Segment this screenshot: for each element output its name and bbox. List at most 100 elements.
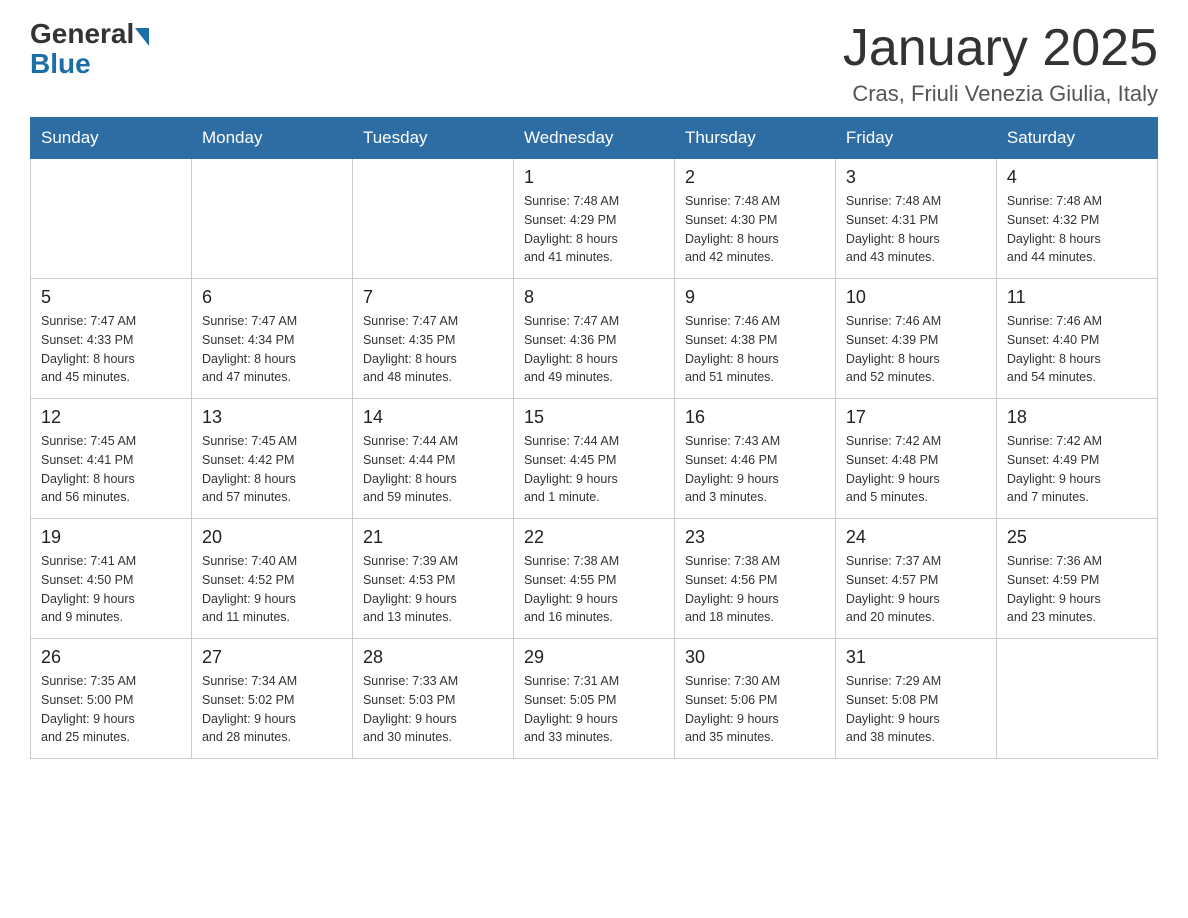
- logo: General Blue: [30, 20, 149, 78]
- day-info: Sunrise: 7:46 AM Sunset: 4:39 PM Dayligh…: [846, 312, 986, 387]
- day-number: 9: [685, 287, 825, 308]
- calendar-cell: 25 Sunrise: 7:36 AM Sunset: 4:59 PM Dayli…: [996, 519, 1157, 639]
- logo-general-text: General: [30, 20, 134, 48]
- day-number: 21: [363, 527, 503, 548]
- day-info: Sunrise: 7:47 AM Sunset: 4:34 PM Dayligh…: [202, 312, 342, 387]
- day-info: Sunrise: 7:39 AM Sunset: 4:53 PM Dayligh…: [363, 552, 503, 627]
- header-friday: Friday: [835, 118, 996, 159]
- day-info: Sunrise: 7:37 AM Sunset: 4:57 PM Dayligh…: [846, 552, 986, 627]
- calendar-cell: 28 Sunrise: 7:33 AM Sunset: 5:03 PM Dayli…: [352, 639, 513, 759]
- calendar-cell: 24 Sunrise: 7:37 AM Sunset: 4:57 PM Dayli…: [835, 519, 996, 639]
- calendar-cell: 2 Sunrise: 7:48 AM Sunset: 4:30 PM Daylig…: [674, 159, 835, 279]
- calendar-table: SundayMondayTuesdayWednesdayThursdayFrid…: [30, 117, 1158, 759]
- day-number: 23: [685, 527, 825, 548]
- calendar-header-row: SundayMondayTuesdayWednesdayThursdayFrid…: [31, 118, 1158, 159]
- day-number: 26: [41, 647, 181, 668]
- day-number: 2: [685, 167, 825, 188]
- day-number: 28: [363, 647, 503, 668]
- day-info: Sunrise: 7:48 AM Sunset: 4:30 PM Dayligh…: [685, 192, 825, 267]
- calendar-cell: 20 Sunrise: 7:40 AM Sunset: 4:52 PM Dayli…: [191, 519, 352, 639]
- day-info: Sunrise: 7:31 AM Sunset: 5:05 PM Dayligh…: [524, 672, 664, 747]
- calendar-cell: 3 Sunrise: 7:48 AM Sunset: 4:31 PM Daylig…: [835, 159, 996, 279]
- header-monday: Monday: [191, 118, 352, 159]
- calendar-cell: 21 Sunrise: 7:39 AM Sunset: 4:53 PM Dayli…: [352, 519, 513, 639]
- calendar-cell: 13 Sunrise: 7:45 AM Sunset: 4:42 PM Dayli…: [191, 399, 352, 519]
- day-number: 1: [524, 167, 664, 188]
- header-saturday: Saturday: [996, 118, 1157, 159]
- day-info: Sunrise: 7:48 AM Sunset: 4:29 PM Dayligh…: [524, 192, 664, 267]
- week-row-5: 26Sunrise: 7:35 AM Sunset: 5:00 PM Dayli…: [31, 639, 1158, 759]
- logo-blue-text: Blue: [30, 50, 149, 78]
- day-info: Sunrise: 7:34 AM Sunset: 5:02 PM Dayligh…: [202, 672, 342, 747]
- day-info: Sunrise: 7:44 AM Sunset: 4:44 PM Dayligh…: [363, 432, 503, 507]
- day-info: Sunrise: 7:38 AM Sunset: 4:55 PM Dayligh…: [524, 552, 664, 627]
- calendar-cell: 26Sunrise: 7:35 AM Sunset: 5:00 PM Dayli…: [31, 639, 192, 759]
- day-info: Sunrise: 7:47 AM Sunset: 4:36 PM Dayligh…: [524, 312, 664, 387]
- day-number: 16: [685, 407, 825, 428]
- day-info: Sunrise: 7:41 AM Sunset: 4:50 PM Dayligh…: [41, 552, 181, 627]
- header-wednesday: Wednesday: [513, 118, 674, 159]
- day-number: 11: [1007, 287, 1147, 308]
- day-info: Sunrise: 7:42 AM Sunset: 4:49 PM Dayligh…: [1007, 432, 1147, 507]
- calendar-cell: [191, 159, 352, 279]
- day-number: 10: [846, 287, 986, 308]
- week-row-3: 12 Sunrise: 7:45 AM Sunset: 4:41 PM Dayli…: [31, 399, 1158, 519]
- day-number: 3: [846, 167, 986, 188]
- day-info: Sunrise: 7:36 AM Sunset: 4:59 PM Dayligh…: [1007, 552, 1147, 627]
- calendar-cell: 10 Sunrise: 7:46 AM Sunset: 4:39 PM Dayli…: [835, 279, 996, 399]
- day-number: 13: [202, 407, 342, 428]
- calendar-title: January 2025: [843, 20, 1158, 77]
- day-number: 12: [41, 407, 181, 428]
- calendar-cell: [352, 159, 513, 279]
- calendar-cell: 29 Sunrise: 7:31 AM Sunset: 5:05 PM Dayli…: [513, 639, 674, 759]
- logo-arrow-icon: [135, 28, 149, 46]
- calendar-cell: 15 Sunrise: 7:44 AM Sunset: 4:45 PM Dayli…: [513, 399, 674, 519]
- header-sunday: Sunday: [31, 118, 192, 159]
- day-info: Sunrise: 7:47 AM Sunset: 4:33 PM Dayligh…: [41, 312, 181, 387]
- day-number: 20: [202, 527, 342, 548]
- calendar-cell: 19Sunrise: 7:41 AM Sunset: 4:50 PM Dayli…: [31, 519, 192, 639]
- day-info: Sunrise: 7:29 AM Sunset: 5:08 PM Dayligh…: [846, 672, 986, 747]
- day-number: 24: [846, 527, 986, 548]
- day-number: 27: [202, 647, 342, 668]
- day-info: Sunrise: 7:40 AM Sunset: 4:52 PM Dayligh…: [202, 552, 342, 627]
- day-info: Sunrise: 7:45 AM Sunset: 4:42 PM Dayligh…: [202, 432, 342, 507]
- day-number: 5: [41, 287, 181, 308]
- day-number: 25: [1007, 527, 1147, 548]
- day-info: Sunrise: 7:33 AM Sunset: 5:03 PM Dayligh…: [363, 672, 503, 747]
- day-number: 6: [202, 287, 342, 308]
- day-info: Sunrise: 7:43 AM Sunset: 4:46 PM Dayligh…: [685, 432, 825, 507]
- calendar-cell: 12 Sunrise: 7:45 AM Sunset: 4:41 PM Dayli…: [31, 399, 192, 519]
- week-row-1: 1 Sunrise: 7:48 AM Sunset: 4:29 PM Daylig…: [31, 159, 1158, 279]
- calendar-cell: 17Sunrise: 7:42 AM Sunset: 4:48 PM Dayli…: [835, 399, 996, 519]
- calendar-cell: 27 Sunrise: 7:34 AM Sunset: 5:02 PM Dayli…: [191, 639, 352, 759]
- week-row-2: 5 Sunrise: 7:47 AM Sunset: 4:33 PM Daylig…: [31, 279, 1158, 399]
- day-info: Sunrise: 7:46 AM Sunset: 4:40 PM Dayligh…: [1007, 312, 1147, 387]
- day-number: 30: [685, 647, 825, 668]
- calendar-cell: [31, 159, 192, 279]
- day-info: Sunrise: 7:47 AM Sunset: 4:35 PM Dayligh…: [363, 312, 503, 387]
- header-tuesday: Tuesday: [352, 118, 513, 159]
- calendar-cell: 4 Sunrise: 7:48 AM Sunset: 4:32 PM Daylig…: [996, 159, 1157, 279]
- calendar-cell: 11 Sunrise: 7:46 AM Sunset: 4:40 PM Dayli…: [996, 279, 1157, 399]
- day-number: 15: [524, 407, 664, 428]
- day-number: 4: [1007, 167, 1147, 188]
- day-info: Sunrise: 7:45 AM Sunset: 4:41 PM Dayligh…: [41, 432, 181, 507]
- calendar-cell: 23Sunrise: 7:38 AM Sunset: 4:56 PM Dayli…: [674, 519, 835, 639]
- calendar-cell: 7 Sunrise: 7:47 AM Sunset: 4:35 PM Daylig…: [352, 279, 513, 399]
- calendar-cell: 31Sunrise: 7:29 AM Sunset: 5:08 PM Dayli…: [835, 639, 996, 759]
- calendar-cell: 30 Sunrise: 7:30 AM Sunset: 5:06 PM Dayli…: [674, 639, 835, 759]
- calendar-cell: 16 Sunrise: 7:43 AM Sunset: 4:46 PM Dayli…: [674, 399, 835, 519]
- calendar-cell: 14 Sunrise: 7:44 AM Sunset: 4:44 PM Dayli…: [352, 399, 513, 519]
- day-info: Sunrise: 7:48 AM Sunset: 4:31 PM Dayligh…: [846, 192, 986, 267]
- day-info: Sunrise: 7:48 AM Sunset: 4:32 PM Dayligh…: [1007, 192, 1147, 267]
- day-number: 14: [363, 407, 503, 428]
- calendar-cell: 1 Sunrise: 7:48 AM Sunset: 4:29 PM Daylig…: [513, 159, 674, 279]
- day-info: Sunrise: 7:30 AM Sunset: 5:06 PM Dayligh…: [685, 672, 825, 747]
- day-info: Sunrise: 7:44 AM Sunset: 4:45 PM Dayligh…: [524, 432, 664, 507]
- day-number: 22: [524, 527, 664, 548]
- day-number: 7: [363, 287, 503, 308]
- day-number: 17: [846, 407, 986, 428]
- calendar-cell: 22 Sunrise: 7:38 AM Sunset: 4:55 PM Dayli…: [513, 519, 674, 639]
- day-number: 29: [524, 647, 664, 668]
